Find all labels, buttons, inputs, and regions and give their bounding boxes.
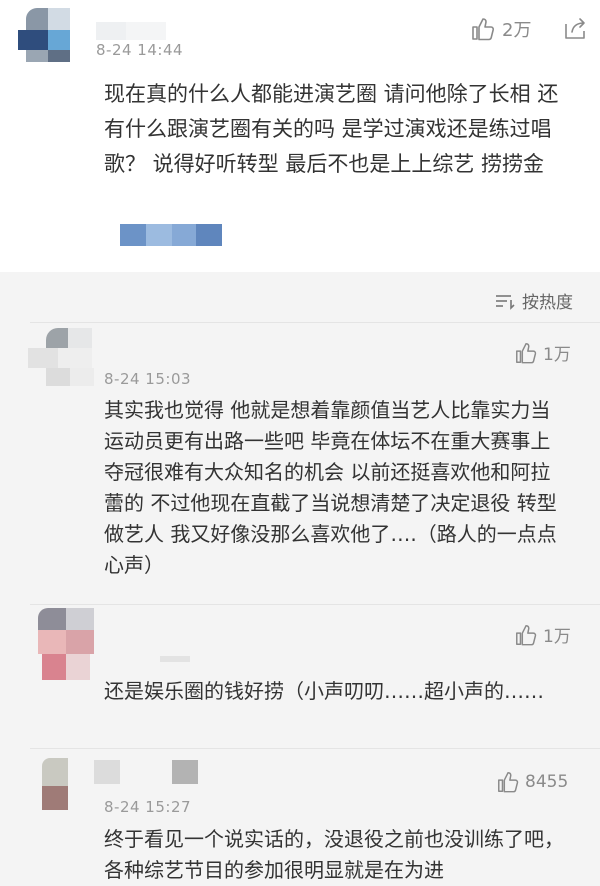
- avatar[interactable]: [38, 608, 98, 684]
- avatar[interactable]: [42, 758, 98, 814]
- like-button[interactable]: 2万: [470, 16, 531, 42]
- like-count: 1万: [543, 345, 571, 365]
- comment-text: 终于看见一个说实话的，没退役之前也没训练了吧，各种综艺节目的参加很明显就是在为进: [104, 827, 564, 882]
- share-button[interactable]: [562, 16, 588, 46]
- top-comment-card: 8-24 14:44 2万 现在真的什么人都能进演艺圈 请问他除了长相 还有什么…: [0, 0, 600, 272]
- thumbs-up-icon: [516, 342, 537, 363]
- thumbs-up-icon: [472, 18, 495, 41]
- avatar[interactable]: [18, 8, 78, 64]
- like-count: 8455: [525, 772, 569, 792]
- sort-icon: [496, 294, 515, 310]
- comment-timestamp: 8-24 15:03: [104, 370, 192, 388]
- sort-by-hot-button[interactable]: 按热度: [494, 288, 573, 313]
- like-button[interactable]: 1万: [514, 622, 571, 647]
- blurred-username: [96, 22, 196, 42]
- like-button[interactable]: 1万: [514, 340, 571, 365]
- comment-text: 其实我也觉得 他就是想着靠颜值当艺人比靠实力当运动员更有出路一些吧 毕竟在体坛不…: [104, 398, 557, 577]
- blurred-username: [94, 760, 204, 786]
- like-button[interactable]: 8455: [496, 770, 568, 794]
- blurred-signature: [120, 224, 222, 246]
- like-count: 2万: [502, 20, 532, 41]
- divider: [30, 322, 600, 323]
- thumbs-up-icon: [516, 624, 537, 645]
- avatar[interactable]: [28, 328, 100, 388]
- comment-timestamp: 8-24 14:44: [96, 41, 184, 59]
- share-icon: [565, 18, 585, 39]
- comment-timestamp: 8-24 15:27: [104, 798, 192, 816]
- thumbs-up-icon: [498, 772, 519, 793]
- sort-label: 按热度: [522, 293, 573, 313]
- comment-text: 现在真的什么人都能进演艺圈 请问他除了长相 还有什么跟演艺圈有关的吗 是学过演戏…: [104, 82, 559, 176]
- blurred-username: [160, 656, 200, 664]
- divider: [30, 748, 600, 749]
- divider: [30, 604, 600, 605]
- like-count: 1万: [543, 627, 571, 647]
- comment-text: 还是娱乐圈的钱好捞（小声叨叨……超小声的……: [104, 679, 544, 703]
